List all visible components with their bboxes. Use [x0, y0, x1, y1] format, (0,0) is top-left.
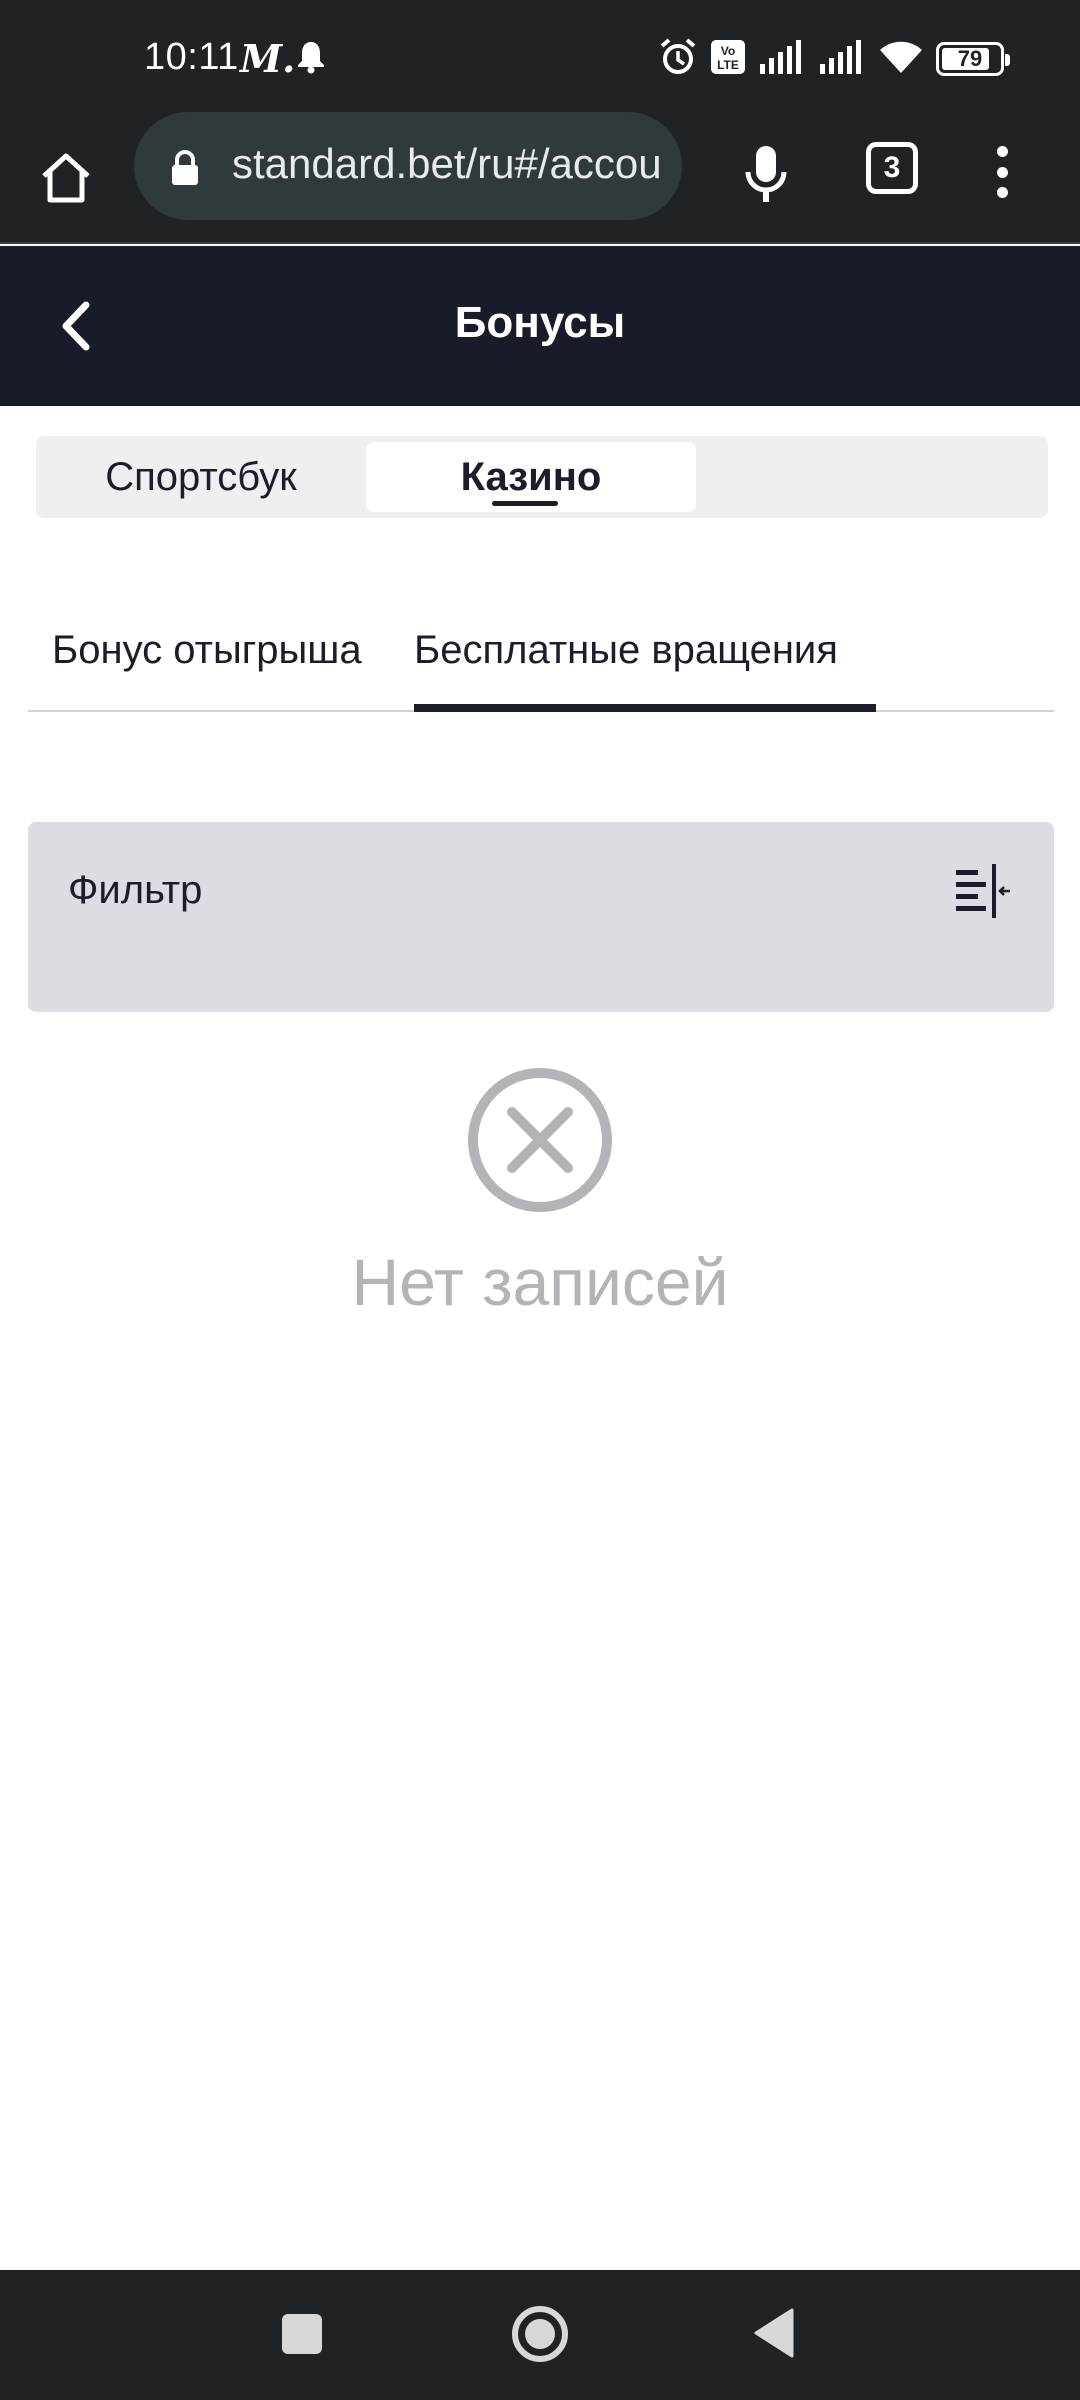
system-nav-bar: [0, 2270, 1080, 2400]
home-icon[interactable]: [30, 142, 102, 214]
status-icons: Vo LTE 79: [658, 36, 1010, 82]
svg-text:LTE: LTE: [717, 58, 739, 72]
status-time: 10:11: [144, 36, 239, 78]
back-triangle-icon[interactable]: [752, 2308, 796, 2358]
tabs-icon[interactable]: 3: [866, 142, 918, 194]
recents-icon[interactable]: [282, 2314, 322, 2354]
tab-casino[interactable]: Казино: [366, 442, 696, 512]
alarm-icon: [658, 37, 698, 82]
home-circle-icon[interactable]: [510, 2304, 570, 2364]
signal-icon: [758, 39, 806, 79]
mic-icon[interactable]: [730, 134, 802, 214]
signal-icon: [818, 39, 866, 79]
filter-collapse-icon[interactable]: [954, 864, 1012, 918]
filter-panel[interactable]: Фильтр: [28, 822, 1054, 1012]
tab-wager-bonus[interactable]: Бонус отыгрыша: [52, 628, 362, 673]
svg-text:Vo: Vo: [721, 44, 735, 58]
wifi-icon: [878, 39, 924, 80]
close-circle-icon: [466, 1066, 614, 1214]
tab-casino-label: Казино: [460, 454, 602, 499]
status-bar: 10:11 M. Vo LTE 79: [0, 0, 1080, 120]
app-header: Бонусы: [0, 246, 1080, 406]
browser-toolbar: standard.bet/ru#/account 3: [0, 112, 1080, 244]
lock-icon: [170, 150, 200, 191]
battery-icon: 79: [936, 42, 1010, 76]
address-bar[interactable]: standard.bet/ru#/account: [134, 112, 682, 220]
active-indicator: [492, 501, 558, 506]
filter-label: Фильтр: [68, 868, 203, 912]
tab-sportsbook[interactable]: Спортсбук: [42, 442, 360, 512]
battery-level: 79: [957, 46, 983, 71]
page-title: Бонусы: [454, 298, 626, 347]
volte-icon: Vo LTE: [710, 39, 746, 80]
empty-state-text: Нет записей: [351, 1245, 729, 1319]
carrier-mark: M.: [240, 36, 296, 81]
active-tab-indicator: [414, 704, 876, 712]
url-text: standard.bet/ru#/account: [232, 140, 662, 187]
product-switcher: Спортсбук Казино: [36, 436, 1048, 518]
bonus-subtabs: Бонус отыгрыша Бесплатные вращения: [28, 600, 1054, 712]
more-icon[interactable]: [982, 140, 1022, 204]
bell-icon: [296, 40, 326, 79]
tab-free-spins[interactable]: Бесплатные вращения: [414, 628, 838, 673]
